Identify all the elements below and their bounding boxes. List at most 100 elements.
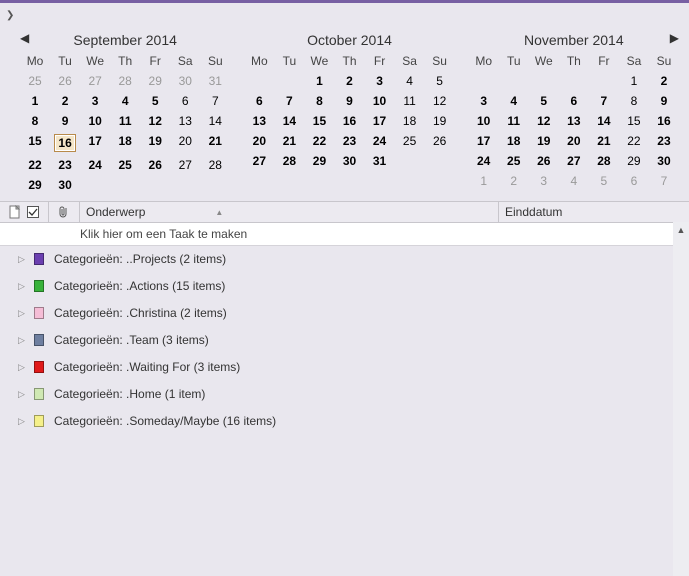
attachment-icon[interactable] [57, 205, 71, 219]
calendar-day[interactable]: 26 [50, 71, 80, 91]
calendar-day[interactable]: 25 [395, 131, 425, 151]
calendar-day[interactable]: 6 [559, 91, 589, 111]
calendar-day[interactable]: 21 [274, 131, 304, 151]
calendar-day[interactable]: 22 [304, 131, 334, 151]
calendar-day[interactable]: 24 [365, 131, 395, 151]
calendar-day[interactable]: 28 [110, 71, 140, 91]
new-task-input[interactable]: Klik hier om een Taak te maken [0, 223, 689, 246]
calendar-day[interactable]: 7 [649, 171, 679, 191]
calendar-day[interactable]: 13 [170, 111, 200, 131]
calendar-day[interactable]: 22 [619, 131, 649, 151]
calendar-day[interactable]: 16 [649, 111, 679, 131]
calendar-day[interactable]: 13 [559, 111, 589, 131]
calendar-day[interactable]: 5 [529, 91, 559, 111]
calendar-day[interactable]: 20 [170, 131, 200, 155]
calendar-day[interactable]: 30 [170, 71, 200, 91]
calendar-day[interactable]: 1 [20, 91, 50, 111]
expand-group-icon[interactable]: ▷ [18, 335, 30, 346]
calendar-day[interactable]: 3 [529, 171, 559, 191]
calendar-day[interactable]: 7 [200, 91, 230, 111]
calendar-day[interactable]: 2 [649, 71, 679, 91]
calendar-day[interactable]: 12 [529, 111, 559, 131]
calendar-day[interactable]: 19 [529, 131, 559, 151]
calendar-day[interactable]: 22 [20, 155, 50, 175]
calendar-day[interactable]: 16 [50, 131, 80, 155]
calendar-day[interactable]: 9 [334, 91, 364, 111]
calendar-day[interactable]: 9 [649, 91, 679, 111]
expand-group-icon[interactable]: ▷ [18, 281, 30, 292]
calendar-day[interactable]: 26 [140, 155, 170, 175]
calendar-day[interactable]: 2 [334, 71, 364, 91]
task-group-row[interactable]: ▷Categorieën: .Christina (2 items) [0, 300, 689, 327]
calendar-day[interactable]: 8 [20, 111, 50, 131]
calendar-day[interactable]: 12 [425, 91, 455, 111]
expand-chevron-icon[interactable]: ❯ [6, 10, 14, 21]
calendar-day[interactable]: 27 [559, 151, 589, 171]
calendar-day[interactable]: 19 [425, 111, 455, 131]
calendar-day[interactable]: 8 [304, 91, 334, 111]
calendar-day[interactable]: 11 [110, 111, 140, 131]
calendar-day[interactable]: 29 [20, 175, 50, 195]
calendar-day[interactable]: 23 [649, 131, 679, 151]
expand-group-icon[interactable]: ▷ [18, 362, 30, 373]
calendar-day[interactable]: 25 [499, 151, 529, 171]
vertical-scrollbar[interactable]: ▲ [673, 222, 689, 576]
calendar-day[interactable]: 28 [589, 151, 619, 171]
calendar-day[interactable]: 14 [274, 111, 304, 131]
calendar-day[interactable]: 30 [649, 151, 679, 171]
task-group-row[interactable]: ▷Categorieën: .Actions (15 items) [0, 273, 689, 300]
calendar-day[interactable]: 25 [110, 155, 140, 175]
calendar-day[interactable]: 17 [365, 111, 395, 131]
calendar-day[interactable]: 7 [589, 91, 619, 111]
calendar-day[interactable]: 18 [499, 131, 529, 151]
calendar-day[interactable]: 15 [20, 131, 50, 155]
calendar-day[interactable]: 10 [365, 91, 395, 111]
task-group-row[interactable]: ▷Categorieën: .Waiting For (3 items) [0, 354, 689, 381]
prev-month-icon[interactable]: ◀ [20, 31, 29, 45]
calendar-day[interactable]: 25 [20, 71, 50, 91]
calendar-day[interactable]: 16 [334, 111, 364, 131]
calendar-day[interactable]: 2 [50, 91, 80, 111]
calendar-day[interactable]: 5 [589, 171, 619, 191]
calendar-day[interactable]: 7 [274, 91, 304, 111]
calendar-day[interactable]: 11 [395, 91, 425, 111]
expand-group-icon[interactable]: ▷ [18, 416, 30, 427]
calendar-day[interactable]: 17 [80, 131, 110, 155]
calendar-day[interactable]: 23 [50, 155, 80, 175]
calendar-day[interactable]: 26 [425, 131, 455, 151]
task-group-row[interactable]: ▷Categorieën: .Home (1 item) [0, 381, 689, 408]
calendar-day[interactable]: 13 [244, 111, 274, 131]
scroll-up-icon[interactable]: ▲ [673, 222, 689, 238]
calendar-day[interactable]: 23 [334, 131, 364, 151]
task-group-row[interactable]: ▷Categorieën: ..Projects (2 items) [0, 246, 689, 273]
expand-group-icon[interactable]: ▷ [18, 308, 30, 319]
calendar-day[interactable]: 15 [304, 111, 334, 131]
column-subject[interactable]: Onderwerp ▲ [84, 205, 223, 219]
calendar-day[interactable]: 11 [499, 111, 529, 131]
calendar-day[interactable]: 18 [395, 111, 425, 131]
column-duedate[interactable]: Einddatum [498, 202, 562, 222]
calendar-day[interactable]: 20 [244, 131, 274, 151]
calendar-day[interactable]: 4 [110, 91, 140, 111]
expand-group-icon[interactable]: ▷ [18, 254, 30, 265]
calendar-day[interactable]: 29 [140, 71, 170, 91]
complete-checkbox-icon[interactable] [26, 205, 40, 219]
calendar-day[interactable]: 17 [469, 131, 499, 151]
calendar-day[interactable]: 4 [499, 91, 529, 111]
calendar-day[interactable]: 12 [140, 111, 170, 131]
task-group-row[interactable]: ▷Categorieën: .Someday/Maybe (16 items) [0, 408, 689, 435]
calendar-day[interactable]: 5 [140, 91, 170, 111]
calendar-day[interactable]: 30 [50, 175, 80, 195]
calendar-day[interactable]: 9 [50, 111, 80, 131]
calendar-day[interactable]: 31 [200, 71, 230, 91]
calendar-day[interactable]: 3 [365, 71, 395, 91]
calendar-day[interactable]: 24 [469, 151, 499, 171]
expand-group-icon[interactable]: ▷ [18, 389, 30, 400]
calendar-day[interactable]: 18 [110, 131, 140, 155]
calendar-day[interactable]: 29 [619, 151, 649, 171]
calendar-day[interactable]: 29 [304, 151, 334, 171]
calendar-day[interactable]: 14 [589, 111, 619, 131]
calendar-day[interactable]: 6 [619, 171, 649, 191]
calendar-day[interactable]: 2 [499, 171, 529, 191]
calendar-day[interactable]: 30 [334, 151, 364, 171]
